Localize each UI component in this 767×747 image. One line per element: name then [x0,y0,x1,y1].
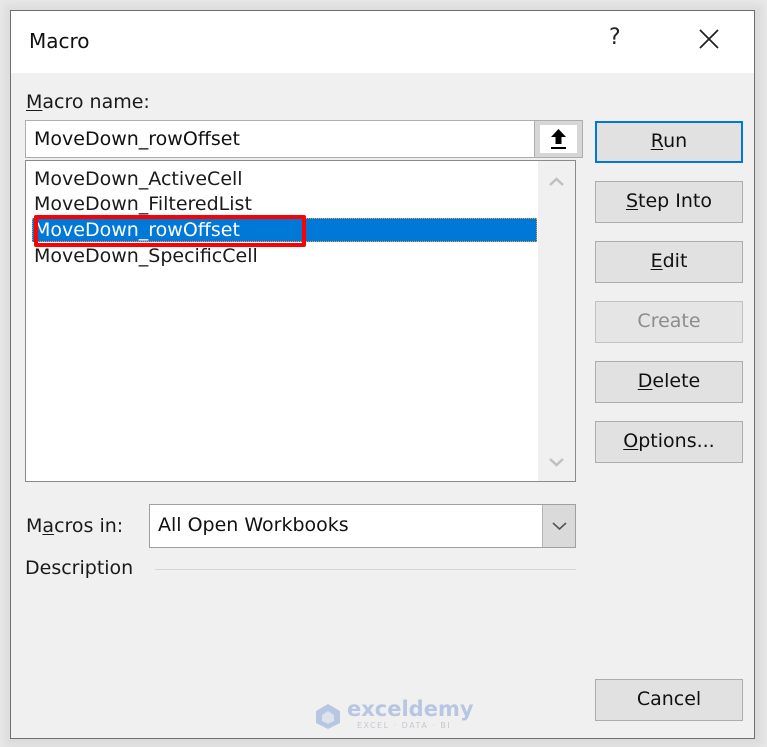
description-label: Description [25,557,134,579]
description-divider [155,569,576,570]
dropdown-arrow-button[interactable] [542,505,575,547]
close-x-icon [699,29,719,49]
list-item[interactable]: MoveDown_SpecificCell [32,244,537,268]
macros-in-dropdown[interactable]: All Open Workbooks [149,504,576,548]
macro-name-input[interactable] [25,120,535,158]
list-item-selected[interactable]: MoveDown_rowOffset [32,215,537,247]
list-item[interactable]: MoveDown_FilteredList [32,192,537,216]
collapse-dialog-button[interactable] [534,120,583,158]
delete-button[interactable]: Delete [595,361,743,403]
exceldemy-logo-icon [316,704,340,729]
dialog-title: Macro [29,29,90,53]
chevron-up-icon [549,177,564,186]
cancel-button[interactable]: Cancel [595,679,743,721]
close-button[interactable] [697,27,721,51]
macro-name-label: Macro name: [26,91,150,113]
list-scrollbar[interactable] [538,161,575,481]
step-into-button[interactable]: Step Into [595,181,743,223]
scroll-up-button[interactable] [538,167,575,197]
edit-button[interactable]: Edit [595,241,743,283]
watermark-name: exceldemy [347,697,474,721]
list-item-label: MoveDown_rowOffset [34,219,240,241]
run-button[interactable]: Run [595,121,743,163]
watermark-tagline: EXCEL · DATA · BI [357,721,452,730]
list-item[interactable]: MoveDown_ActiveCell [32,167,537,191]
scroll-down-button[interactable] [538,447,575,477]
options-button[interactable]: Options... [595,421,743,463]
macro-dialog: Macro ? Macro name: MoveDown_ActiveCell … [10,10,755,739]
chevron-down-icon [549,458,564,467]
title-bar: Macro ? [11,11,754,73]
create-button[interactable]: Create [595,301,743,343]
macros-in-value: All Open Workbooks [158,514,349,536]
macro-listbox[interactable]: MoveDown_ActiveCell MoveDown_FilteredLis… [25,160,576,482]
upload-arrow-icon [551,129,566,149]
exceldemy-watermark: exceldemy EXCEL · DATA · BI [313,697,474,735]
chevron-down-icon [552,522,567,531]
help-button[interactable]: ? [609,25,621,50]
macros-in-label: Macros in: [26,515,124,537]
